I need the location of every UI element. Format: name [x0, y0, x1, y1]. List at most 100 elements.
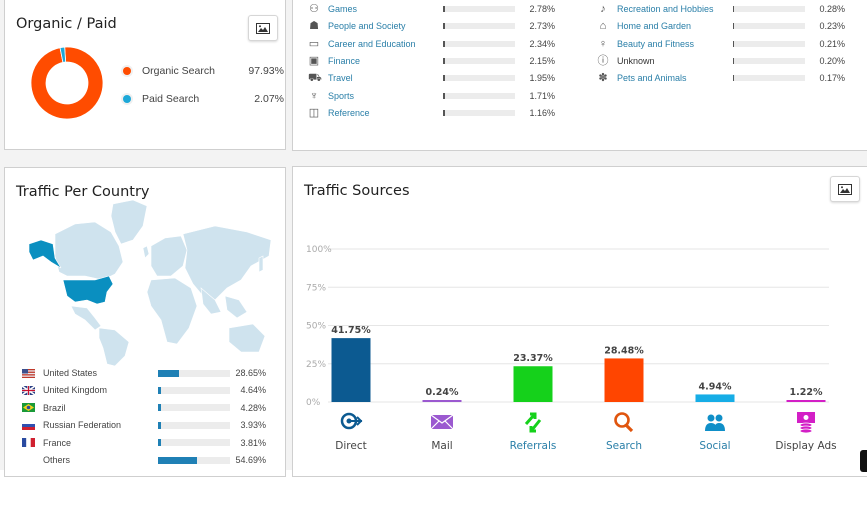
country-bar [158, 456, 230, 464]
country-bar-fill [158, 456, 198, 464]
map-europe [150, 235, 188, 277]
flag-placeholder [22, 456, 35, 465]
paw-icon: ✽ [598, 72, 608, 85]
category-link[interactable]: Sports [328, 91, 443, 101]
category-link[interactable]: Reference [328, 108, 443, 118]
country-name: Russian Federation [43, 420, 122, 431]
mail-icon [430, 414, 454, 430]
category-label-mail: Mail [431, 440, 452, 452]
category-row: ⛟ Travel 1.95% [308, 71, 555, 85]
category-value: 1.16% [529, 107, 555, 118]
category-bar-fill [443, 92, 445, 99]
category-row: ▭ Career and Education 2.34% [308, 37, 555, 51]
category-bar [733, 75, 805, 82]
organic-paid-export-button[interactable] [248, 15, 278, 41]
legend-label: Organic Search [142, 65, 215, 77]
map-australia [228, 323, 266, 353]
category-link[interactable]: Games [328, 4, 443, 14]
category-row: ♪ Recreation and Hobbies 0.28% [597, 2, 845, 16]
direct-icon [340, 412, 363, 430]
country-bar [158, 369, 230, 377]
bar-display-ads[interactable] [786, 400, 826, 402]
category-label-social[interactable]: Social [699, 440, 730, 452]
category-row: ♀ Beauty and Fitness 0.21% [597, 37, 845, 51]
referrals-icon [524, 412, 542, 433]
map-asia [182, 225, 272, 301]
search-icon [614, 412, 634, 433]
category-link[interactable]: Finance [328, 56, 443, 66]
category-bar [733, 23, 805, 30]
country-bar [158, 421, 230, 429]
organic-paid-donut [30, 46, 104, 120]
category-value: 2.78% [529, 4, 555, 14]
category-link[interactable]: People and Society [328, 21, 443, 31]
fitness-icon: ♀ [598, 37, 608, 50]
bar-value-label: 4.94% [699, 381, 732, 392]
traffic-per-country-card: Traffic Per Country United States 28.65%… [4, 167, 286, 477]
category-row: ◫ Reference 1.16% [308, 106, 555, 120]
country-name: United Kingdom [43, 385, 108, 396]
category-value: 0.17% [819, 73, 845, 84]
briefcase-icon: ▭ [308, 37, 320, 50]
category-row: ⌂ Home and Garden 0.23% [597, 19, 845, 33]
bar-direct[interactable] [331, 338, 371, 402]
map-usa [62, 275, 114, 305]
bar-referrals[interactable] [513, 366, 553, 402]
map-se-asia [224, 295, 248, 319]
map-south-america [98, 327, 130, 366]
category-bar [443, 40, 515, 47]
category-link[interactable]: Home and Garden [617, 21, 733, 31]
category-link[interactable]: Beauty and Fitness [617, 39, 733, 49]
category-row: ✽ Pets and Animals 0.17% [597, 71, 845, 85]
map-japan [258, 255, 264, 273]
category-bar-fill [443, 109, 445, 116]
legend-label: Paid Search [142, 93, 200, 105]
home-icon: ⌂ [599, 20, 607, 33]
category-value: 0.20% [819, 55, 845, 66]
country-bar-fill [158, 421, 161, 429]
trophy-icon: ♆ [309, 89, 319, 102]
traffic-sources-chart: 0% 25% 50% 75% 100% 41.75% Direct 0.24% Mail 23.3… [306, 245, 837, 452]
bar-value-label: 41.75% [331, 325, 371, 336]
category-row: ⚇ Games 2.78% [308, 2, 555, 16]
category-label-direct: Direct [335, 440, 366, 452]
bar-search[interactable] [604, 358, 644, 402]
category-link[interactable]: Career and Education [328, 39, 443, 49]
country-row: Brazil 4.28% [22, 401, 266, 415]
category-bar-fill [443, 57, 445, 64]
category-link[interactable]: Travel [328, 73, 443, 83]
category-bar-fill [443, 40, 445, 47]
legend-value: 2.07% [254, 93, 284, 105]
map-greenland [110, 199, 148, 245]
y-tick-label: 25% [306, 360, 326, 370]
category-label-referrals[interactable]: Referrals [510, 440, 557, 452]
category-label-search[interactable]: Search [606, 440, 642, 452]
bar-value-label: 28.48% [604, 345, 644, 356]
display-ads-icon [797, 412, 815, 434]
bar-social[interactable] [695, 394, 735, 402]
category-link[interactable]: Pets and Animals [617, 73, 733, 83]
map-africa [146, 277, 198, 345]
category-bar [443, 6, 515, 12]
y-tick-label: 100% [306, 245, 332, 255]
country-bar-fill [158, 439, 161, 447]
side-tab[interactable] [860, 450, 867, 472]
legend-paid-search: Paid Search 2.07% [123, 93, 284, 105]
category-bar [443, 23, 515, 30]
country-bar-fill [158, 369, 179, 377]
category-value: 1.95% [529, 73, 555, 84]
category-bar-fill [443, 23, 445, 30]
category-link: Unknown [617, 55, 655, 66]
map-canada [54, 221, 124, 281]
legend-dot-paid [123, 95, 131, 103]
world-map[interactable] [15, 196, 273, 366]
bar-mail[interactable] [422, 400, 462, 402]
category-row: ☗ People and Society 2.73% [308, 19, 555, 33]
flag-uk-icon [22, 385, 35, 395]
category-link[interactable]: Recreation and Hobbies [617, 4, 733, 14]
donut-slice-organic-search[interactable] [30, 46, 104, 120]
category-value: 0.23% [819, 21, 845, 32]
category-value: 2.73% [529, 21, 555, 32]
country-bar [158, 439, 230, 447]
country-bar-fill [158, 386, 162, 394]
